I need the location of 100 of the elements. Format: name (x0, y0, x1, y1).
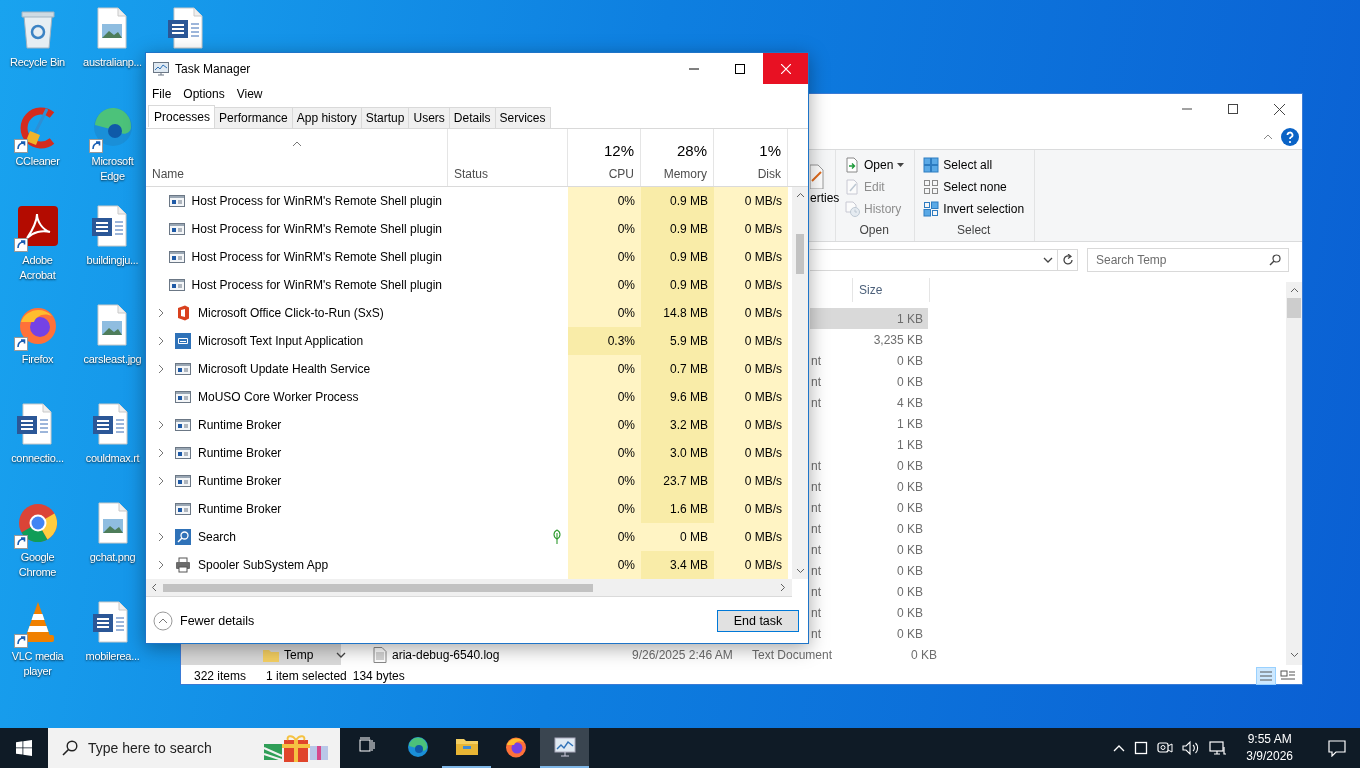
desktop-shortcut[interactable]: buildingju... (86, 202, 139, 268)
desktop-shortcut[interactable]: couldmax.rt (85, 400, 140, 466)
ribbon-button[interactable]: Select all (923, 156, 1025, 174)
file-type-text: nt (810, 500, 822, 515)
table-cell: 1.6 MB (641, 495, 714, 523)
column-header[interactable]: CPU (608, 167, 634, 181)
network-icon[interactable] (1209, 740, 1228, 756)
show-hidden-icons-icon[interactable] (1113, 744, 1126, 752)
desktop-shortcut[interactable]: Microsoft Edge (79, 103, 146, 184)
file-row[interactable]: aria-debug-6540.log 9/26/2025 2:46 AM Text Document 0 KB (373, 644, 937, 665)
monitor-chart-icon (153, 60, 169, 77)
file-row[interactable]: 1 KB (810, 434, 928, 455)
expand-chevron-icon[interactable] (157, 364, 165, 374)
tab[interactable]: Processes (148, 105, 216, 127)
help-icon[interactable] (1281, 127, 1299, 146)
file-row[interactable]: nt 4 KB (810, 392, 928, 413)
ribbon-button[interactable]: Invert selection (923, 200, 1025, 218)
clock[interactable]: 9:55 AM 3/9/2026 (1236, 731, 1305, 765)
tab[interactable]: Performance (214, 107, 293, 128)
tray-square-icon[interactable] (1134, 741, 1149, 755)
file-row[interactable]: nt 0 KB (810, 602, 928, 623)
file-row[interactable]: nt 0 KB (810, 497, 928, 518)
expand-chevron-icon[interactable] (157, 308, 165, 318)
desktop-shortcut[interactable]: connectio... (11, 400, 64, 466)
desktop-shortcut[interactable]: Recycle Bin (10, 4, 65, 70)
tab[interactable]: App history (291, 107, 362, 128)
search-icon (1269, 254, 1281, 266)
tab[interactable]: Users (408, 107, 450, 128)
desktop-shortcut[interactable]: Google Chrome (4, 499, 71, 580)
file-row[interactable]: nt 0 KB (810, 350, 928, 371)
fewer-details-link[interactable]: Fewer details (180, 614, 255, 628)
file-row[interactable]: nt 0 KB (810, 371, 928, 392)
end-task-button[interactable]: End task (717, 610, 799, 632)
desktop-shortcut[interactable]: Firefox (13, 301, 62, 367)
table-cell: 0 MB/s (714, 299, 788, 327)
column-header[interactable]: Status (454, 167, 561, 181)
desktop-shortcut[interactable]: mobilerea... (85, 598, 140, 664)
expand-chevron-icon[interactable] (157, 448, 165, 458)
menu-item[interactable]: File (146, 87, 178, 101)
desktop-shortcut[interactable]: gchat.png (88, 499, 137, 565)
process-name: Host Process for WinRM's Remote Shell plugin (191, 194, 442, 208)
camera-icon[interactable] (1157, 740, 1174, 756)
status-text: 1 item selected (266, 669, 347, 683)
column-header[interactable]: Memory (663, 167, 707, 181)
file-row[interactable]: nt 0 KB (810, 560, 928, 581)
shortcut-arrow-icon (13, 139, 28, 153)
file-row[interactable]: 3,235 KB (810, 329, 928, 350)
notification-icon (1328, 739, 1346, 757)
file-row[interactable]: nt 0 KB (810, 539, 928, 560)
menu-item[interactable]: View (230, 87, 269, 101)
expand-chevron-icon[interactable] (157, 532, 165, 542)
file-row[interactable]: nt 0 KB (810, 455, 928, 476)
table-cell: 0% (568, 467, 641, 495)
tab[interactable]: Startup (360, 107, 410, 128)
taskbar-app-button[interactable] (540, 728, 589, 768)
ribbon-group-label: Select (956, 223, 992, 237)
scrollbar-thumb[interactable] (163, 583, 593, 592)
search-field[interactable]: Search Temp (1087, 248, 1289, 272)
column-header[interactable]: Size (853, 278, 930, 302)
file-row[interactable]: nt 0 KB (810, 623, 928, 644)
file-row[interactable]: nt 0 KB (810, 581, 928, 602)
file-row[interactable]: 1 KB (810, 308, 928, 329)
desktop-shortcut[interactable]: australianp... (83, 4, 142, 70)
tab[interactable]: Services (494, 107, 551, 128)
desktop-shortcut[interactable]: CCleaner (13, 103, 62, 169)
search-field[interactable]: Type here to search (48, 728, 340, 768)
collapse-ribbon-icon[interactable] (1263, 133, 1273, 140)
process-name: Runtime Broker (198, 502, 282, 516)
scrollbar[interactable] (146, 579, 792, 597)
scrollbar-thumb[interactable] (796, 234, 804, 274)
chevron-down-icon[interactable] (336, 651, 346, 658)
file-row[interactable]: nt 0 KB (810, 476, 928, 497)
process-name: MoUSO Core Worker Process (198, 390, 359, 404)
desktop-shortcut[interactable]: carsleast.jpg (83, 301, 142, 367)
file-row[interactable]: 1 KB (810, 413, 928, 434)
ribbon-button[interactable]: Open (844, 156, 905, 174)
refresh-button[interactable] (1058, 249, 1078, 271)
desktop-shortcut[interactable]: VLC media player (4, 598, 71, 679)
expand-chevron-icon[interactable] (157, 560, 165, 570)
process-name: Search (198, 530, 237, 544)
nav-item[interactable]: Temp (181, 644, 341, 665)
table-cell: 0 MB/s (714, 355, 788, 383)
scrollbar-thumb[interactable] (1287, 298, 1301, 318)
desktop-shortcut[interactable]: Adobe Acrobat (4, 202, 71, 283)
table-cell: 0 MB/s (714, 523, 788, 551)
menu-item[interactable]: Options (177, 87, 231, 101)
file-row[interactable]: nt 0 KB (810, 518, 928, 539)
expand-chevron-icon[interactable] (157, 476, 165, 486)
expand-chevron-icon[interactable] (157, 336, 165, 346)
column-header[interactable]: Name (152, 167, 184, 181)
file-type-text: nt (810, 563, 822, 578)
scrollbar[interactable] (1286, 282, 1302, 644)
column-header[interactable]: Disk (757, 167, 781, 181)
expand-chevron-icon[interactable] (157, 420, 165, 430)
ribbon-button[interactable]: Select none (923, 178, 1025, 196)
tab[interactable]: Details (448, 107, 496, 128)
collapse-circle-icon[interactable] (153, 611, 173, 631)
speaker-icon[interactable] (1182, 740, 1201, 756)
scrollbar[interactable] (792, 187, 808, 579)
file-size: 1 KB (896, 311, 923, 326)
